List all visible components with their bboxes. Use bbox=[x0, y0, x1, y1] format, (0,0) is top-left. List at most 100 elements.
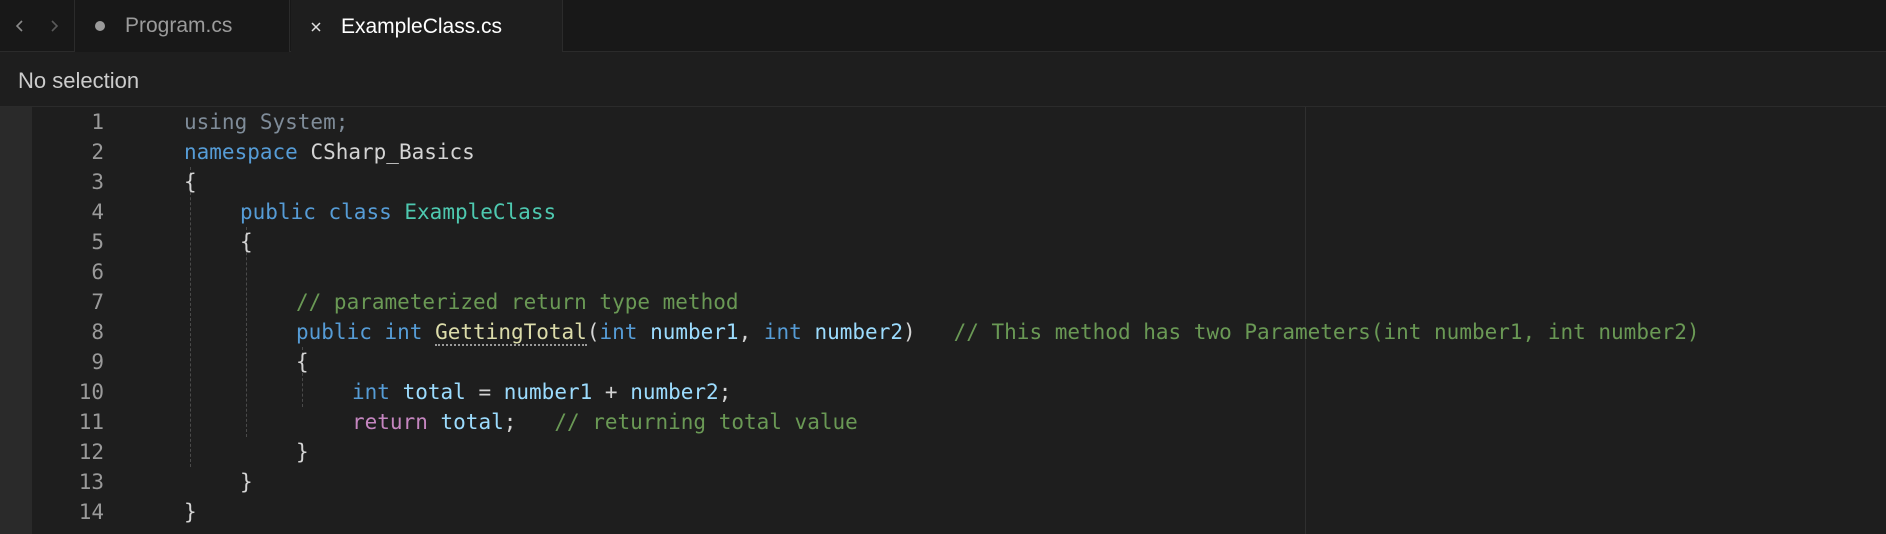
code-line: 2 namespace CSharp_Basics bbox=[0, 137, 1886, 167]
comment-token: // parameterized return type method bbox=[296, 290, 739, 314]
line-number: 7 bbox=[91, 290, 104, 314]
code-line: 4 public class ExampleClass bbox=[0, 197, 1886, 227]
code-line: 9 { bbox=[0, 347, 1886, 377]
chevron-left-icon bbox=[15, 20, 23, 32]
code-editor[interactable]: 1 using System; 2 namespace CSharp_Basic… bbox=[0, 107, 1886, 534]
code-text: using System; bbox=[184, 107, 348, 137]
breadcrumb[interactable]: No selection bbox=[0, 52, 1886, 107]
code-text: { bbox=[184, 167, 197, 197]
keyword-token: int bbox=[763, 320, 802, 344]
tab-exampleclass-cs[interactable]: ExampleClass.cs bbox=[291, 0, 563, 53]
keyword-token: int bbox=[352, 380, 390, 404]
forward-button[interactable] bbox=[38, 0, 70, 52]
code-line: 11 return total; // returning total valu… bbox=[0, 407, 1886, 437]
method-name-token[interactable]: GettingTotal bbox=[435, 320, 587, 346]
code-text: namespace CSharp_Basics bbox=[184, 137, 475, 167]
line-number: 11 bbox=[78, 410, 104, 434]
comment-token: // This method has two Parameters(int nu… bbox=[953, 320, 1700, 344]
punct-token: ; bbox=[503, 410, 517, 434]
variable-token: total bbox=[440, 410, 504, 434]
code-text: public int GettingTotal(int number1, int… bbox=[296, 317, 1700, 347]
code-text: { bbox=[240, 227, 253, 257]
code-text: } bbox=[240, 467, 253, 497]
tab-label: ExampleClass.cs bbox=[341, 14, 503, 38]
code-line: 6 bbox=[0, 257, 1886, 287]
line-number: 2 bbox=[91, 140, 104, 164]
keyword-token: int bbox=[599, 320, 638, 344]
code-line: 10 int total = number1 + number2; bbox=[0, 377, 1886, 407]
keyword-token: public bbox=[296, 320, 372, 344]
code-line: 3 { bbox=[0, 167, 1886, 197]
comment-token: // returning total value bbox=[554, 410, 858, 434]
code-line: 1 using System; bbox=[0, 107, 1886, 137]
variable-token: total bbox=[402, 380, 466, 404]
line-number: 12 bbox=[78, 440, 104, 464]
chevron-right-icon bbox=[51, 20, 59, 32]
keyword-token: namespace bbox=[184, 140, 298, 164]
variable-token: number1 bbox=[503, 380, 593, 404]
parameter-token: number1 bbox=[650, 320, 739, 344]
punct-token: ) bbox=[903, 320, 916, 344]
keyword-token: int bbox=[384, 320, 423, 344]
brace-token: { bbox=[184, 170, 197, 194]
control-keyword-token: return bbox=[352, 410, 428, 434]
line-number: 5 bbox=[91, 230, 104, 254]
code-text: return total; // returning total value bbox=[352, 407, 858, 437]
code-line: 5 { bbox=[0, 227, 1886, 257]
line-number: 13 bbox=[78, 470, 104, 494]
line-number: 1 bbox=[91, 110, 104, 134]
operator-token: + bbox=[592, 380, 631, 404]
keyword-token: class bbox=[328, 200, 392, 224]
tab-bar: Program.cs ExampleClass.cs bbox=[0, 0, 1886, 53]
back-button[interactable] bbox=[4, 0, 36, 52]
code-text: // parameterized return type method bbox=[296, 287, 739, 317]
tab-program-cs[interactable]: Program.cs bbox=[75, 0, 290, 52]
code-text: int total = number1 + number2; bbox=[352, 377, 731, 407]
line-number: 6 bbox=[91, 260, 104, 284]
line-number: 9 bbox=[91, 350, 104, 374]
code-line: 7 // parameterized return type method bbox=[0, 287, 1886, 317]
code-text: } bbox=[184, 497, 197, 527]
code-line: 13 } bbox=[0, 467, 1886, 497]
namespace-token: CSharp_Basics bbox=[297, 140, 475, 164]
brace-token: { bbox=[240, 230, 253, 254]
breadcrumb-text: No selection bbox=[18, 68, 140, 93]
close-icon[interactable] bbox=[309, 20, 323, 34]
parameter-token: number2 bbox=[814, 320, 903, 344]
punct-token: ; bbox=[718, 380, 732, 404]
code-text: public class ExampleClass bbox=[240, 197, 556, 227]
operator-token: = bbox=[465, 380, 504, 404]
line-number: 3 bbox=[91, 170, 104, 194]
line-number: 10 bbox=[78, 380, 104, 404]
line-number: 8 bbox=[91, 320, 104, 344]
brace-token: } bbox=[184, 500, 197, 524]
tab-label: Program.cs bbox=[125, 14, 233, 37]
code-line: 8 public int GettingTotal(int number1, i… bbox=[0, 317, 1886, 347]
line-number: 4 bbox=[91, 200, 104, 224]
variable-token: number2 bbox=[630, 380, 719, 404]
punct-token: ( bbox=[586, 320, 600, 344]
code-line: 14 } bbox=[0, 497, 1886, 527]
code-text: { bbox=[296, 347, 309, 377]
namespace-token: System; bbox=[247, 110, 349, 134]
brace-token: { bbox=[296, 350, 309, 374]
line-number: 14 bbox=[78, 500, 104, 524]
brace-token: } bbox=[240, 470, 253, 494]
brace-token: } bbox=[296, 440, 309, 464]
keyword-token: using bbox=[184, 110, 248, 134]
code-text: } bbox=[296, 437, 309, 467]
punct-token: , bbox=[738, 320, 764, 344]
keyword-token: public bbox=[240, 200, 316, 224]
dot-icon bbox=[95, 21, 105, 31]
type-token: ExampleClass bbox=[404, 200, 557, 224]
